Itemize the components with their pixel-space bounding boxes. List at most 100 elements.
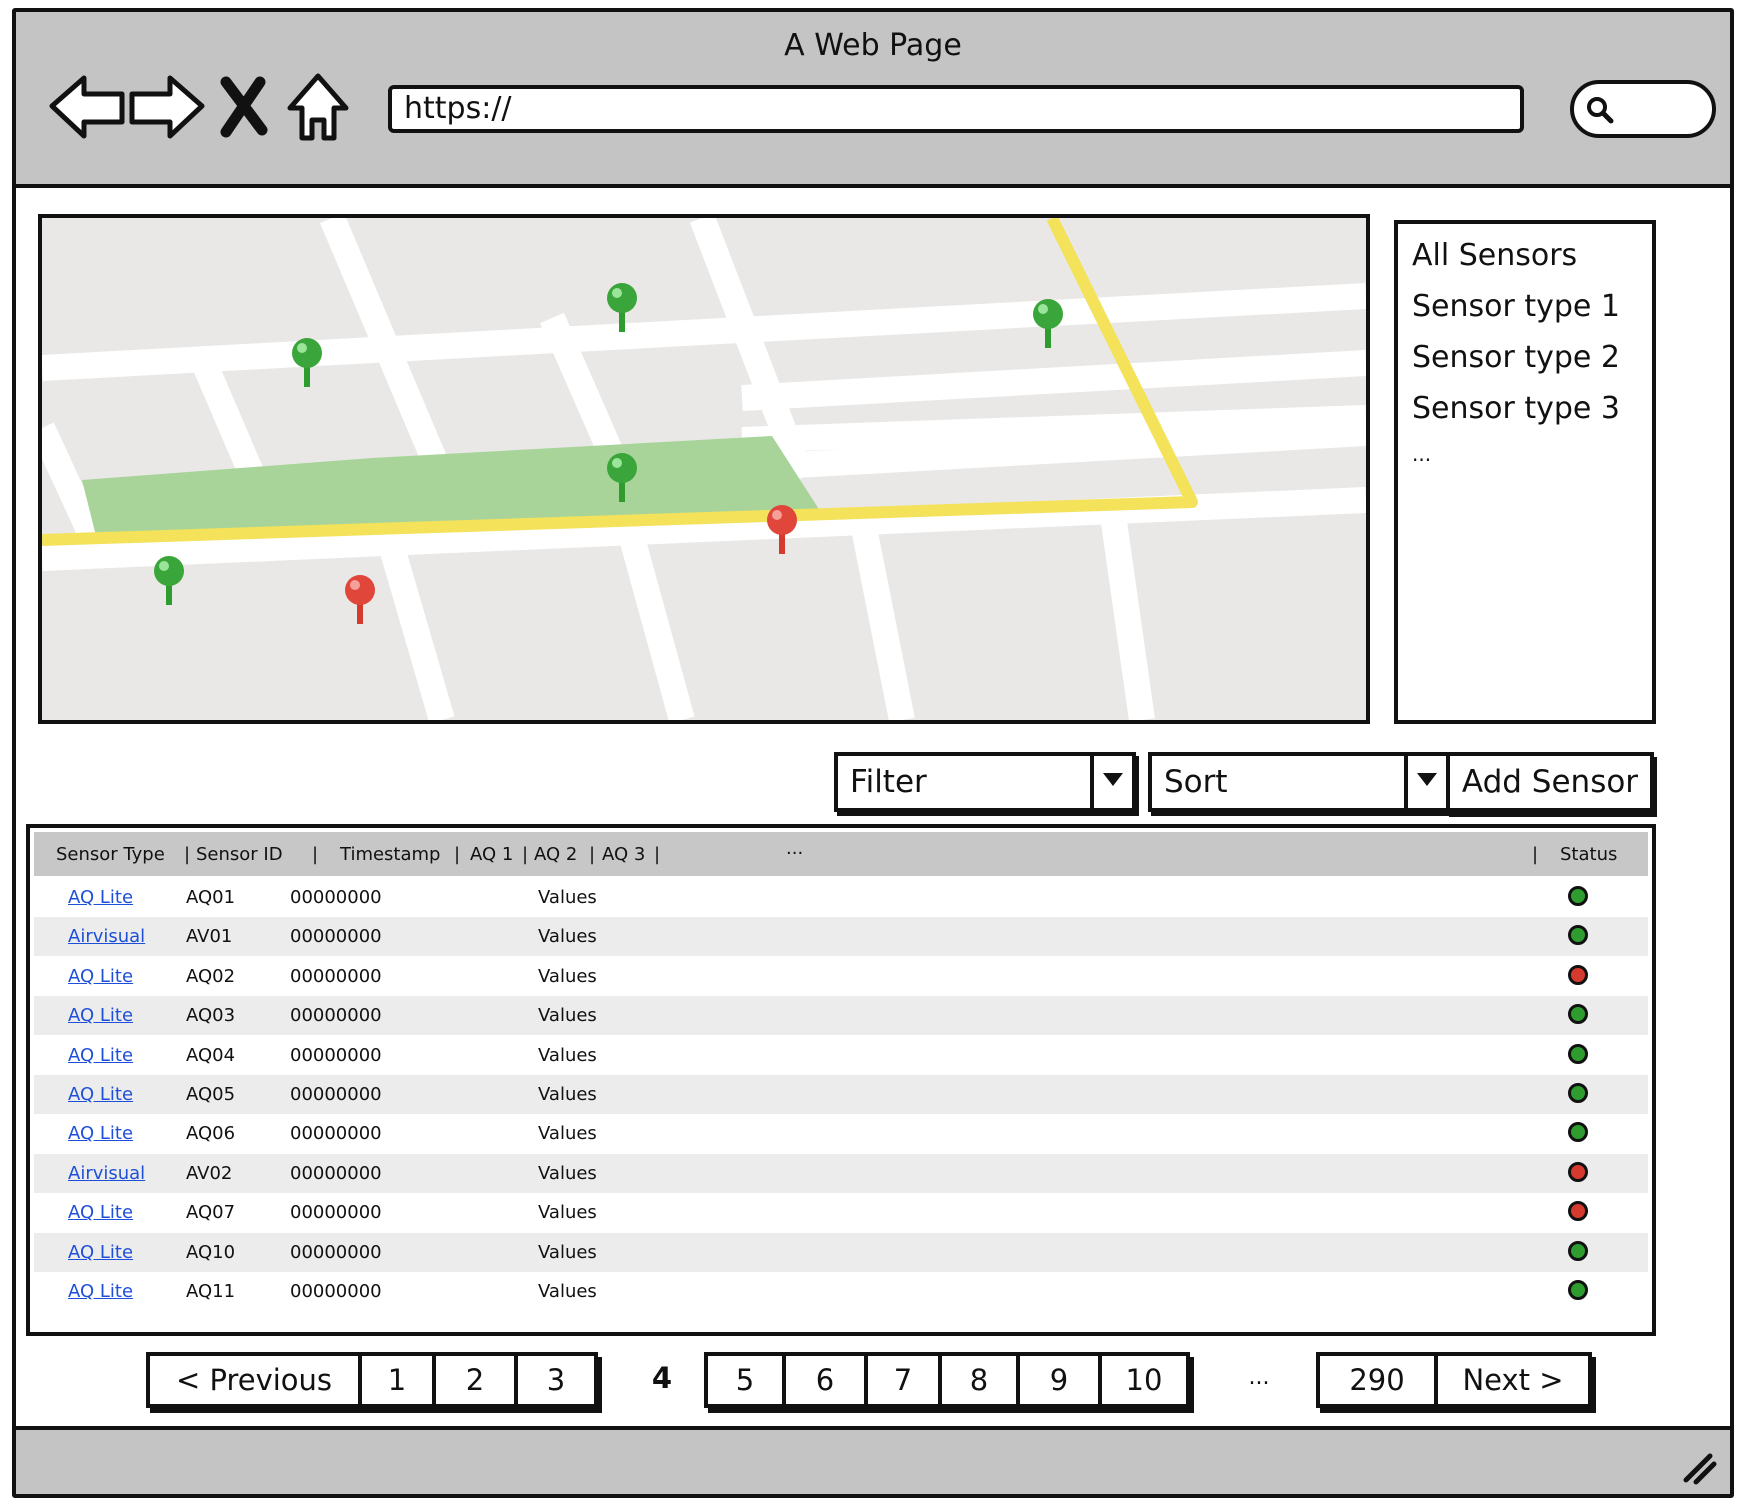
table-row[interactable]: AQ Lite AQ11 00000000 Values [34, 1272, 1648, 1311]
table-row[interactable]: Airvisual AV01 00000000 Values [34, 917, 1648, 957]
header-status[interactable]: Status [1560, 844, 1617, 865]
map-marker [1033, 299, 1063, 348]
timestamp-cell: 00000000 [290, 1123, 382, 1145]
header-aq3[interactable]: AQ 3 [602, 844, 645, 865]
sensor-id-cell: AQ05 [186, 1084, 236, 1105]
page-button[interactable]: 10 [1098, 1352, 1190, 1408]
add-sensor-button[interactable]: Add Sensor [1446, 752, 1654, 812]
timestamp-cell: 00000000 [290, 1084, 382, 1105]
page-button[interactable]: 8 [938, 1352, 1020, 1408]
values-cell: Values [538, 1241, 597, 1263]
table-row[interactable]: Airvisual AV02 00000000 Values [34, 1153, 1648, 1193]
window-title: A Web Page [784, 28, 962, 63]
sensor-type-link[interactable]: AQ Lite [68, 1242, 133, 1263]
pagination-ellipsis: ... [1248, 1365, 1270, 1390]
page-button[interactable]: 7 [864, 1352, 942, 1408]
map-marker [767, 505, 797, 554]
header-more: ... [786, 838, 804, 859]
sensor-type-link[interactable]: AQ Lite [68, 1202, 133, 1223]
sensor-id-cell: AQ07 [186, 1202, 236, 1224]
page-button[interactable]: 9 [1016, 1352, 1102, 1408]
table-row[interactable]: AQ Lite AQ05 00000000 Values [34, 1075, 1648, 1114]
page-button[interactable]: 5 [704, 1352, 786, 1408]
last-page-button[interactable]: 290 [1316, 1352, 1438, 1408]
header-divider: | [522, 844, 529, 865]
table-row[interactable]: AQ Lite AQ06 00000000 Values [34, 1114, 1648, 1153]
map-canvas[interactable] [42, 218, 1366, 720]
sensor-id-cell: AQ11 [186, 1281, 236, 1302]
sensor-list-item-type-3[interactable]: Sensor type 3 [1412, 383, 1638, 434]
sensor-type-list: All Sensors Sensor type 1 Sensor type 2 … [1394, 220, 1656, 724]
sensor-list-item-all[interactable]: All Sensors [1412, 230, 1638, 281]
values-cell: Values [538, 1202, 597, 1224]
header-sensor-type[interactable]: Sensor Type [56, 844, 165, 865]
forward-arrow-icon[interactable] [126, 68, 208, 150]
sensor-map[interactable] [38, 214, 1370, 724]
status-indicator [1568, 1240, 1588, 1261]
sensor-type-link[interactable]: AQ Lite [68, 1281, 133, 1302]
sensor-id-cell: AQ03 [186, 1005, 236, 1027]
values-cell: Values [538, 1005, 597, 1027]
sensor-list-item-type-1[interactable]: Sensor type 1 [1412, 281, 1638, 332]
sensor-type-link[interactable]: AQ Lite [68, 1084, 133, 1105]
status-indicator [1568, 925, 1588, 946]
timestamp-cell: 00000000 [290, 1241, 382, 1263]
table-row[interactable]: AQ Lite AQ02 00000000 Values [34, 957, 1648, 996]
search-input[interactable] [1570, 80, 1716, 138]
sort-label: Sort [1164, 764, 1228, 800]
home-icon[interactable] [284, 68, 352, 150]
sensor-list-item-type-2[interactable]: Sensor type 2 [1412, 332, 1638, 383]
sensor-id-cell: AQ01 [186, 887, 236, 908]
values-cell: Values [538, 887, 597, 908]
map-marker [154, 556, 184, 605]
status-indicator [1568, 964, 1588, 985]
page-button[interactable]: 1 [358, 1352, 436, 1408]
page-button[interactable]: 3 [514, 1352, 598, 1408]
sensor-type-link[interactable]: AQ Lite [68, 1045, 133, 1066]
sensor-table: Sensor Type | Sensor ID | Timestamp | AQ… [26, 824, 1656, 1336]
values-cell: Values [538, 926, 597, 948]
url-input[interactable]: https:// [388, 85, 1524, 133]
table-row[interactable]: AQ Lite AQ07 00000000 Values [34, 1193, 1648, 1232]
status-indicator [1568, 886, 1588, 906]
timestamp-cell: 00000000 [290, 1044, 382, 1066]
status-indicator [1568, 1122, 1588, 1143]
close-icon[interactable] [212, 68, 276, 150]
sensor-list-more[interactable]: ... [1412, 434, 1638, 474]
table-row[interactable]: AQ Lite AQ03 00000000 Values [34, 996, 1648, 1036]
page-button[interactable]: 2 [432, 1352, 518, 1408]
header-sensor-id[interactable]: Sensor ID [196, 844, 283, 865]
sensor-id-cell: AV01 [186, 926, 233, 948]
page-button[interactable]: 6 [782, 1352, 868, 1408]
browser-chrome: A Web Page https:// [16, 12, 1730, 188]
next-page-button[interactable]: Next > [1434, 1352, 1592, 1408]
timestamp-cell: 00000000 [290, 1162, 382, 1184]
sensor-type-link[interactable]: AQ Lite [68, 1005, 133, 1026]
sensor-type-link[interactable]: Airvisual [68, 1163, 145, 1184]
values-cell: Values [538, 1044, 597, 1066]
previous-page-button[interactable]: < Previous [146, 1352, 362, 1408]
chevron-down-icon [1404, 756, 1446, 808]
sensor-id-cell: AV02 [186, 1162, 233, 1184]
back-arrow-icon[interactable] [46, 68, 128, 150]
sensor-type-link[interactable]: AQ Lite [68, 887, 133, 908]
table-row[interactable]: AQ Lite AQ10 00000000 Values [34, 1232, 1648, 1272]
sensor-id-cell: AQ10 [186, 1241, 236, 1263]
filter-dropdown[interactable]: Filter [834, 752, 1136, 812]
sort-dropdown[interactable]: Sort [1148, 752, 1450, 812]
resize-grip-icon[interactable] [1678, 1446, 1718, 1486]
sensor-type-link[interactable]: Airvisual [68, 926, 145, 947]
header-aq2[interactable]: AQ 2 [534, 844, 577, 865]
header-timestamp[interactable]: Timestamp [340, 844, 440, 865]
values-cell: Values [538, 1123, 597, 1145]
table-row[interactable]: AQ Lite AQ04 00000000 Values [34, 1036, 1648, 1075]
header-divider: | [184, 844, 191, 865]
timestamp-cell: 00000000 [290, 1005, 382, 1027]
sensor-type-link[interactable]: AQ Lite [68, 966, 133, 987]
table-row[interactable]: AQ Lite AQ01 00000000 Values [34, 878, 1648, 917]
timestamp-cell: 00000000 [290, 1281, 382, 1302]
sensor-id-cell: AQ02 [186, 965, 236, 987]
status-indicator [1568, 1043, 1588, 1064]
sensor-type-link[interactable]: AQ Lite [68, 1123, 133, 1144]
header-aq1[interactable]: AQ 1 [470, 844, 513, 865]
